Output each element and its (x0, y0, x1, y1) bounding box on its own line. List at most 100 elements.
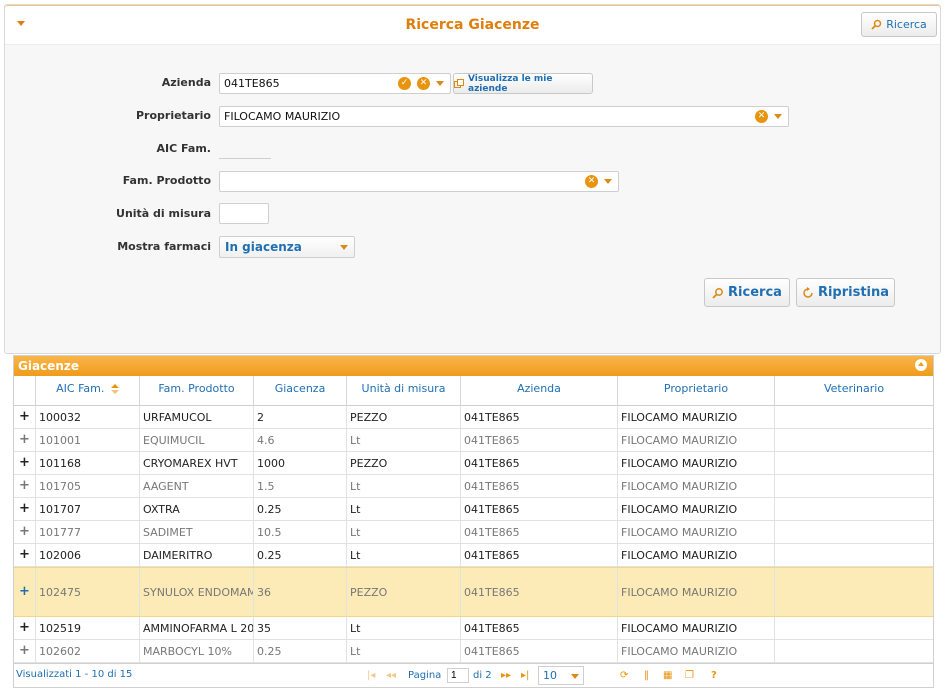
table-row[interactable]: +101777 SADIMET 10.5 Lt 041TE865 FILOCAMO MAU… (14, 521, 933, 544)
cell-giacenza: 0.25 (254, 544, 347, 566)
table-icon[interactable]: ▦ (663, 670, 672, 681)
expand-row-icon[interactable]: + (14, 452, 36, 474)
cell-aic: 101168 (36, 452, 140, 474)
column-header-aic[interactable]: AIC Fam. (36, 376, 140, 406)
visualizza-aziende-button[interactable]: Visualizza le mie aziende (453, 73, 593, 94)
cell-fam-prodotto: SYNULOX ENDOMAMMARIO (140, 568, 254, 616)
cell-veterinario (775, 521, 933, 543)
search-icon (712, 287, 724, 299)
mostra-farmaci-select[interactable]: In giacenza (219, 236, 355, 258)
cell-aic: 102519 (36, 617, 140, 639)
header-search-button[interactable]: Ricerca (861, 12, 937, 37)
table-row[interactable]: +102602 MARBOCYL 10% 0.25 Lt 041TE865 FILOCAM… (14, 640, 933, 663)
cell-aic: 100032 (36, 406, 140, 428)
table-row[interactable]: +102006 DAIMERITRO 0.25 Lt 041TE865 FILOCAMO … (14, 544, 933, 567)
first-page-icon[interactable]: |◂ (367, 670, 375, 681)
mostra-farmaci-value: In giacenza (225, 240, 302, 254)
prev-page-icon[interactable]: ◂◂ (386, 670, 396, 681)
table-row[interactable]: +101168 CRYOMAREX HVT 1000 PEZZO 041TE865 FIL… (14, 452, 933, 475)
ricerca-button[interactable]: Ricerca (704, 278, 790, 307)
table-row[interactable]: +101001 EQUIMUCIL 4.6 Lt 041TE865 FILOCAMO MA… (14, 429, 933, 452)
unita-misura-input[interactable] (219, 203, 269, 224)
expand-row-icon[interactable]: + (14, 429, 36, 451)
cell-giacenza: 10.5 (254, 521, 347, 543)
azienda-select[interactable]: 041TE865 ✓ ✕ (219, 73, 451, 94)
help-icon[interactable]: ? (711, 670, 717, 681)
expand-row-icon[interactable]: + (14, 640, 36, 662)
cell-fam-prodotto: URFAMUCOL (140, 406, 254, 428)
expand-row-icon[interactable]: + (14, 521, 36, 543)
fam-prodotto-select[interactable]: ✕ (219, 171, 619, 192)
cell-aic: 102006 (36, 544, 140, 566)
cell-veterinario (775, 452, 933, 474)
next-page-icon[interactable]: ▸▸ (501, 670, 511, 681)
last-page-icon[interactable]: ▸| (521, 670, 529, 681)
visualizza-aziende-label: Visualizza le mie aziende (468, 73, 553, 94)
cell-proprietario: FILOCAMO MAURIZIO (618, 640, 775, 662)
grid-caption: Giacenze (14, 356, 933, 376)
columns-icon[interactable]: ‖ (644, 670, 649, 681)
proprietario-select[interactable]: FILOCAMO MAURIZIO ✕ (219, 106, 789, 127)
table-row[interactable]: +102519 AMMINOFARMA L 20% 35 Lt 041TE865 FILO… (14, 617, 933, 640)
pager-total: di 2 (473, 670, 492, 681)
expand-row-icon[interactable]: + (14, 498, 36, 520)
azienda-label: Azienda (161, 76, 211, 89)
table-row[interactable]: +100032 URFAMUCOL 2 PEZZO 041TE865 FILOCAMO M… (14, 406, 933, 429)
expand-row-icon[interactable]: + (14, 406, 36, 428)
ripristina-button[interactable]: Ripristina (796, 278, 895, 307)
cell-veterinario (775, 498, 933, 520)
clear-icon[interactable]: ✕ (417, 77, 430, 90)
azienda-value: 041TE865 (224, 77, 280, 90)
cell-azienda: 041TE865 (461, 452, 618, 474)
page-title: Ricerca Giacenze (405, 17, 540, 33)
clear-icon[interactable]: ✕ (585, 175, 598, 188)
expand-row-icon[interactable]: + (14, 475, 36, 497)
collapse-icon[interactable] (915, 359, 927, 371)
chevron-down-icon[interactable] (604, 179, 612, 184)
confirm-icon[interactable]: ✓ (398, 77, 411, 90)
cell-giacenza: 36 (254, 568, 347, 616)
refresh-icon (802, 286, 814, 299)
rows-per-page-select[interactable]: 10 (538, 666, 584, 685)
column-header-fam-prodotto[interactable]: Fam. Prodotto (140, 376, 254, 406)
cell-proprietario: FILOCAMO MAURIZIO (618, 452, 775, 474)
cell-proprietario: FILOCAMO MAURIZIO (618, 617, 775, 639)
cell-fam-prodotto: SADIMET (140, 521, 254, 543)
column-header-proprietario[interactable]: Proprietario (618, 376, 775, 406)
expand-row-icon[interactable]: + (14, 568, 36, 616)
expand-row-icon[interactable]: + (14, 544, 36, 566)
column-header-giacenza[interactable]: Giacenza (254, 376, 347, 406)
table-row[interactable]: +101707 OXTRA 0.25 Lt 041TE865 FILOCAMO MAURI… (14, 498, 933, 521)
cell-fam-prodotto: AAGENT (140, 475, 254, 497)
pager-info: Visualizzati 1 - 10 di 15 (16, 669, 133, 680)
page-number-input[interactable] (447, 668, 469, 683)
aic-fam-input[interactable] (219, 138, 271, 159)
ripristina-label: Ripristina (817, 285, 890, 300)
cell-veterinario (775, 617, 933, 639)
column-header-veterinario[interactable]: Veterinario (775, 376, 933, 406)
ricerca-label: Ricerca (728, 285, 782, 300)
windows-icon[interactable]: ❐ (685, 670, 694, 681)
chevron-down-icon (340, 245, 348, 250)
expand-row-icon[interactable]: + (14, 617, 36, 639)
chevron-down-icon[interactable] (774, 114, 782, 119)
cell-unita: PEZZO (347, 452, 461, 474)
column-header-unita[interactable]: Unità di misura (347, 376, 461, 406)
cell-unita: Lt (347, 617, 461, 639)
cell-giacenza: 1.5 (254, 475, 347, 497)
cell-fam-prodotto: AMMINOFARMA L 20% (140, 617, 254, 639)
column-header-azienda[interactable]: Azienda (461, 376, 618, 406)
cell-azienda: 041TE865 (461, 521, 618, 543)
cell-azienda: 041TE865 (461, 640, 618, 662)
clear-icon[interactable]: ✕ (755, 110, 768, 123)
cell-unita: PEZZO (347, 568, 461, 616)
cell-fam-prodotto: DAIMERITRO (140, 544, 254, 566)
cell-proprietario: FILOCAMO MAURIZIO (618, 544, 775, 566)
table-row[interactable]: +101705 AAGENT 1.5 Lt 041TE865 FILOCAMO MAURI… (14, 475, 933, 498)
table-row[interactable]: +102475SYNULOX ENDOMAMMARIO36PEZZO041TE8… (14, 567, 933, 617)
refresh-icon[interactable]: ⟳ (620, 670, 628, 681)
grid-pager: Visualizzati 1 - 10 di 15 |◂ ◂◂ Pagina d… (14, 663, 933, 687)
proprietario-label: Proprietario (135, 109, 211, 122)
cell-unita: Lt (347, 544, 461, 566)
chevron-down-icon[interactable] (436, 81, 444, 86)
